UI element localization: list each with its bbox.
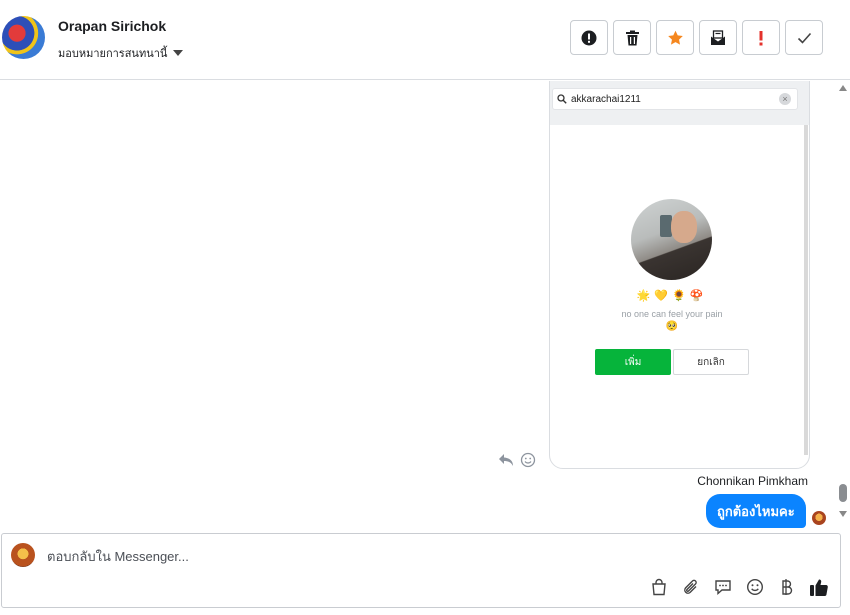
shopping-bag-icon (652, 578, 666, 596)
face-shape (671, 211, 697, 243)
reply-composer (1, 533, 841, 608)
saved-replies-button[interactable] (712, 576, 734, 598)
sender-name: Chonnikan Pimkham (697, 474, 808, 488)
emoji-button[interactable] (744, 576, 766, 598)
message-hover-tools (498, 452, 536, 468)
reply-icon[interactable] (498, 453, 514, 467)
paperclip-icon (684, 579, 697, 594)
caret-down-icon (173, 50, 184, 56)
screenshot-status-emoji: 🥺 (665, 321, 679, 332)
payment-button[interactable] (776, 576, 798, 598)
star-icon (667, 30, 683, 45)
page-avatar (11, 543, 35, 567)
star-button[interactable] (656, 20, 694, 55)
screenshot-scrollbar (804, 125, 808, 455)
conversation-header: Orapan Sirichok มอบหมายการสนทนานี้ (0, 0, 850, 80)
scroll-down-arrow-icon[interactable] (839, 511, 847, 517)
screenshot-profile-emojis: 🌟💛🌻🍄 (636, 290, 708, 302)
screenshot-search-bar-area: akkarachai1211 × (550, 81, 809, 125)
search-icon (557, 94, 567, 104)
delete-button[interactable] (613, 20, 651, 55)
screenshot-add-button: เพิ่ม (595, 349, 671, 375)
check-icon (797, 32, 811, 44)
thread-scrollbar[interactable] (836, 81, 850, 526)
messenger-inbox-view: Orapan Sirichok มอบหมายการสนทนานี้ akkar… (0, 0, 850, 615)
screenshot-profile-photo (631, 199, 712, 280)
important-icon (759, 30, 763, 45)
composer-toolbar (648, 576, 830, 598)
screenshot-search-box: akkarachai1211 × (552, 88, 798, 110)
react-emoji-icon[interactable] (520, 452, 536, 468)
conversation-actions (570, 20, 823, 55)
scroll-up-arrow-icon[interactable] (839, 85, 847, 91)
message-bubble[interactable]: ถูกต้องไหมคะ (706, 494, 806, 528)
clear-icon: × (779, 93, 791, 105)
trash-icon (625, 30, 639, 45)
thumbs-up-icon (810, 579, 828, 596)
baht-icon (782, 579, 793, 595)
attach-button[interactable] (680, 576, 702, 598)
message-thread[interactable]: akkarachai1211 × 🌟💛🌻🍄 no one can feel yo… (0, 81, 850, 531)
mark-unread-button[interactable] (699, 20, 737, 55)
important-button[interactable] (742, 20, 780, 55)
screenshot-cancel-button: ยกเลิก (673, 349, 749, 375)
read-receipt-avatar (812, 511, 826, 525)
alert-icon (581, 30, 597, 45)
like-button[interactable] (808, 576, 830, 598)
alert-button[interactable] (570, 20, 608, 55)
contact-name[interactable]: Orapan Sirichok (58, 18, 166, 34)
mark-unread-icon (711, 29, 725, 45)
screenshot-search-text: akkarachai1211 (571, 93, 641, 105)
shopping-bag-button[interactable] (648, 576, 670, 598)
chat-icon (715, 580, 731, 596)
reply-input[interactable] (47, 549, 647, 564)
screenshot-status-message: no one can feel your pain (621, 309, 723, 319)
assign-conversation-dropdown[interactable]: มอบหมายการสนทนานี้ (58, 44, 184, 62)
shared-screenshot-attachment[interactable]: akkarachai1211 × 🌟💛🌻🍄 no one can feel yo… (549, 81, 810, 469)
emoji-icon (746, 578, 764, 596)
assign-label: มอบหมายการสนทนานี้ (58, 48, 168, 60)
mark-done-button[interactable] (785, 20, 823, 55)
contact-avatar[interactable] (2, 16, 45, 59)
scrollbar-thumb[interactable] (839, 484, 847, 502)
